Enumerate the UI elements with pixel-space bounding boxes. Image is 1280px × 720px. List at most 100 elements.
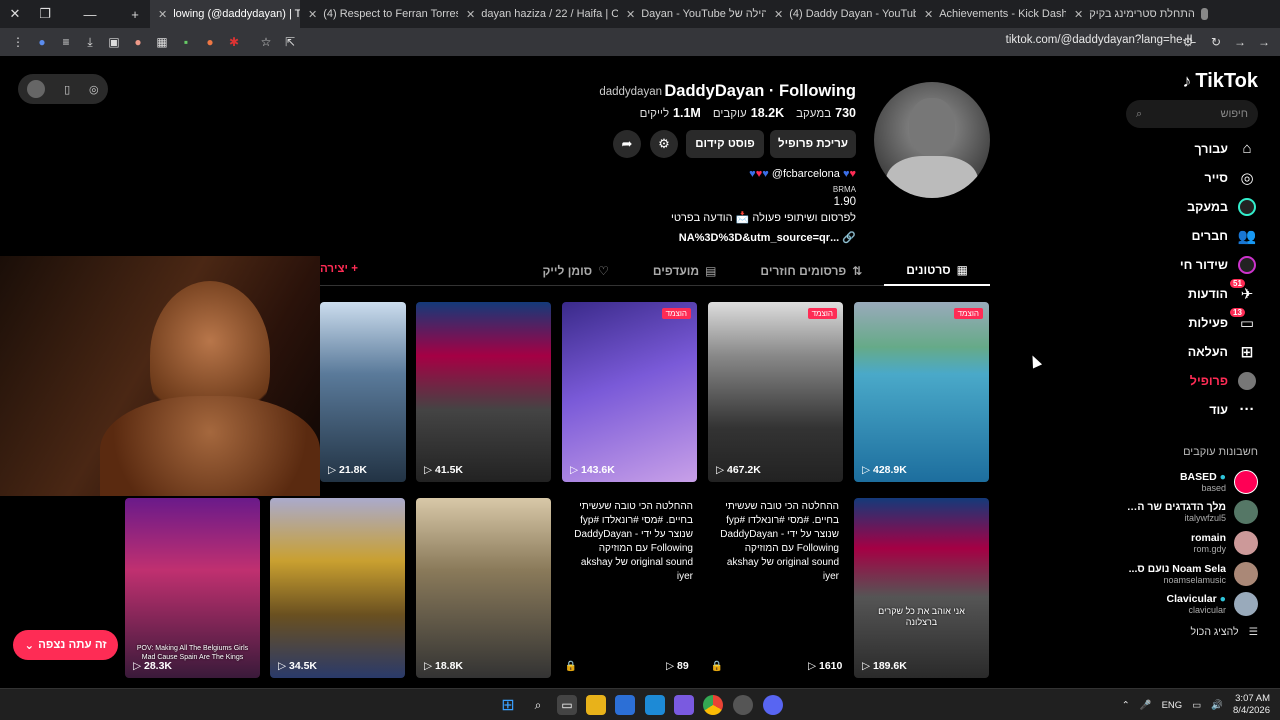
close-tab-icon[interactable]: ✕: [924, 8, 933, 21]
extension-icon[interactable]: ▦: [150, 30, 174, 54]
share-page-icon[interactable]: ⇱: [278, 30, 302, 54]
download-icon[interactable]: ⤓: [78, 30, 102, 54]
video-card[interactable]: ההחלטה הכי טובה שעשיתי בחיים. #מסי #רונא…: [708, 498, 843, 678]
following-accounts-header: חשבונות עוקבים: [1183, 446, 1258, 458]
create-button[interactable]: + יצירה: [320, 263, 358, 275]
video-card[interactable]: POV: Making All The Belgiums Girls Mad C…: [125, 498, 260, 678]
restore-window-icon[interactable]: ❐: [30, 0, 60, 28]
tab-liked[interactable]: ♡ סומן לייק: [520, 256, 630, 286]
video-card[interactable]: אני אוהב את כל שקרים ברצלונה ▷ 189.6K: [854, 498, 989, 678]
browser-tab[interactable]: ✕ (4) Daddy Dayan - YouTube: [766, 0, 916, 28]
file-explorer-icon[interactable]: [586, 695, 606, 715]
settings-icon[interactable]: ⚙: [650, 130, 678, 158]
following-account[interactable]: romain rom.gdy: [1126, 531, 1258, 555]
video-card[interactable]: ▷ 21.8K: [320, 302, 406, 482]
nav-item-activity[interactable]: ▭ 13 פעילות: [1126, 307, 1258, 337]
browser-tab[interactable]: ✕ Dayan - YouTube הקהילה של: [618, 0, 766, 28]
nav-item-following[interactable]: במעקב: [1126, 192, 1258, 221]
following-account[interactable]: Noam Sela נועם ס... noamselamusic: [1126, 562, 1258, 586]
video-card[interactable]: הוצמד ▷ 143.6K: [562, 302, 697, 482]
clock[interactable]: 3:07 AM 8/4/2026: [1233, 693, 1270, 717]
video-card[interactable]: ▷ 34.5K: [270, 498, 405, 678]
video-card[interactable]: הוצמד ▷ 428.9K: [854, 302, 989, 482]
extension-icon[interactable]: ●: [30, 30, 54, 54]
minimize-window-icon[interactable]: —: [60, 0, 120, 28]
address-bar-url[interactable]: tiktok.com/@daddydayan?lang=he-IL: [1006, 34, 1196, 46]
close-tab-icon[interactable]: ✕: [774, 8, 783, 21]
browser-tab[interactable]: ✕ dayan haziza / 22 / Haifa | OkC: [458, 0, 618, 28]
close-tab-icon[interactable]: ✕: [626, 8, 635, 21]
reload-icon[interactable]: ↻: [1204, 30, 1228, 54]
share-icon[interactable]: ➦: [613, 130, 641, 158]
back-icon[interactable]: →: [1228, 30, 1252, 54]
tab-favorites[interactable]: ▤ מועדפים: [631, 256, 739, 286]
extension-icon[interactable]: ✱: [222, 30, 246, 54]
following-stat[interactable]: 730במעקב: [796, 106, 856, 120]
device-icon[interactable]: ▯: [64, 83, 70, 96]
video-card[interactable]: ▷ 41.5K: [416, 302, 551, 482]
extension-icon[interactable]: ●: [126, 30, 150, 54]
photos-icon[interactable]: [645, 695, 665, 715]
close-tab-icon[interactable]: ✕: [1074, 8, 1083, 21]
browser-tab[interactable]: ✕ (4) Respect to Ferran Torres: [300, 0, 458, 28]
store-icon[interactable]: [615, 695, 635, 715]
app-icon[interactable]: [674, 695, 694, 715]
promote-post-button[interactable]: פוסט קידום: [686, 130, 764, 158]
nav-item-upload[interactable]: ⊞ העלאה: [1126, 337, 1258, 366]
extensions-puzzle-icon[interactable]: ▣: [102, 30, 126, 54]
search-icon[interactable]: ⌕: [528, 695, 548, 715]
nav-item-live[interactable]: שידור חי: [1126, 250, 1258, 279]
app-icon[interactable]: [733, 695, 753, 715]
browser-tab[interactable]: ✕ התחלת סטרימינג בקיק: [1066, 0, 1216, 28]
network-icon[interactable]: ▭: [1192, 700, 1201, 711]
profile-link[interactable]: 🔗 ...NA%3D%3D&utm_source=qr: [679, 231, 856, 244]
tab-videos[interactable]: ▦ סרטונים: [884, 256, 990, 286]
language-indicator[interactable]: ENG: [1162, 700, 1183, 711]
search-input[interactable]: חיפוש ⌕: [1126, 100, 1258, 128]
new-tab-button[interactable]: +: [120, 0, 150, 28]
bookmark-star-icon[interactable]: ☆: [254, 30, 278, 54]
extension-icon[interactable]: ●: [198, 30, 222, 54]
forward-icon[interactable]: →: [1252, 30, 1276, 54]
video-card[interactable]: ההחלטה הכי טובה שעשיתי בחיים. #מסי #רונא…: [562, 498, 697, 678]
search-icon: ⌕: [1136, 107, 1143, 120]
show-all-link[interactable]: ☰ להציג הכול: [1126, 626, 1258, 638]
reading-list-icon[interactable]: ≡: [54, 30, 78, 54]
close-window-icon[interactable]: ✕: [0, 0, 30, 28]
nav-item-messages[interactable]: ✈ 51 הודעות: [1126, 278, 1258, 308]
nav-item-more[interactable]: ··· עוד: [1126, 395, 1258, 424]
site-settings-icon[interactable]: ⚙: [1176, 30, 1200, 54]
chrome-icon[interactable]: [703, 695, 723, 715]
tiktok-logo[interactable]: ♪ TikTok: [1182, 70, 1258, 93]
nav-item-profile[interactable]: פרופיל: [1126, 366, 1258, 395]
close-tab-icon[interactable]: ✕: [466, 8, 475, 21]
close-tab-icon[interactable]: ✕: [308, 8, 317, 21]
followers-stat[interactable]: 18.2Kעוקבים: [713, 106, 784, 120]
extension-icon[interactable]: ▪: [174, 30, 198, 54]
close-tab-icon[interactable]: ✕: [158, 8, 167, 21]
edit-profile-button[interactable]: עריכת פרופיל: [770, 130, 856, 158]
following-account[interactable]: מלך הדגדגים שר המ... italywfzul5: [1126, 500, 1258, 524]
avatar[interactable]: [27, 80, 46, 98]
mini-video-player[interactable]: [0, 256, 320, 496]
tab-reposts[interactable]: ⇅ פרסומים חוזרים: [738, 256, 884, 286]
browser-tab[interactable]: ✕ Achievements - Kick Dashboard: [916, 0, 1066, 28]
profile-avatar[interactable]: [874, 82, 990, 198]
following-account[interactable]: ● Clavicular clavicular: [1126, 592, 1258, 616]
microphone-icon[interactable]: 🎤: [1140, 700, 1152, 711]
task-view-icon[interactable]: ▭: [557, 695, 577, 715]
chevron-up-icon[interactable]: ⌃: [1122, 700, 1130, 711]
compass-icon[interactable]: ◎: [89, 83, 99, 96]
discord-icon[interactable]: [763, 695, 783, 715]
nav-item-for-you[interactable]: ⌂ עבורך: [1126, 134, 1258, 163]
video-card[interactable]: הוצמד ▷ 467.2K: [708, 302, 843, 482]
nav-item-friends[interactable]: 👥 חברים: [1126, 221, 1258, 250]
just-watched-button[interactable]: זה עתה נצפה ⌄: [13, 630, 118, 660]
windows-start-icon[interactable]: ⊞: [498, 695, 518, 715]
video-card[interactable]: ▷ 18.8K: [416, 498, 551, 678]
browser-tab[interactable]: ✕ lowing (@daddydayan) | TikTok: [150, 0, 300, 28]
volume-icon[interactable]: 🔊: [1211, 700, 1223, 711]
menu-dots-icon[interactable]: ⋮: [6, 30, 30, 54]
following-account[interactable]: ● BASED based: [1126, 470, 1258, 494]
nav-item-explore[interactable]: ◎ סייר: [1126, 163, 1258, 192]
